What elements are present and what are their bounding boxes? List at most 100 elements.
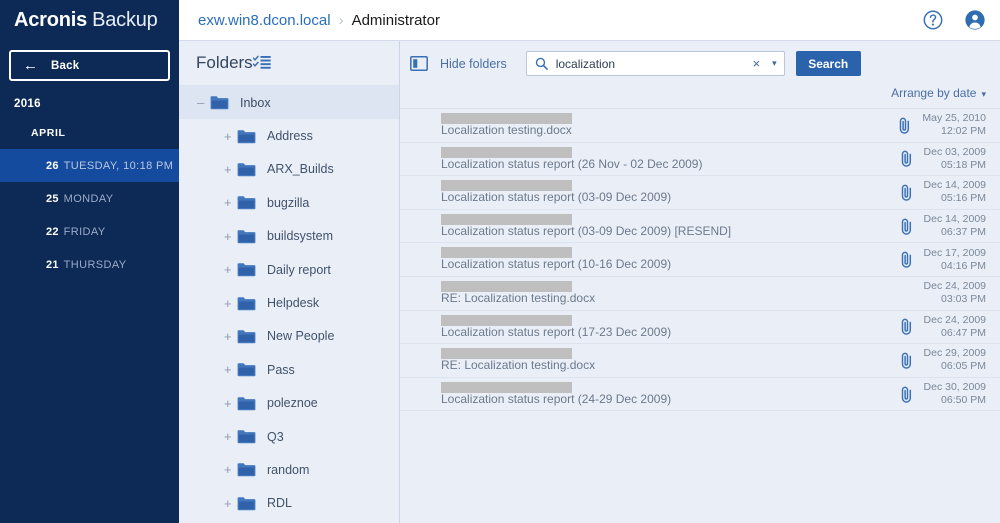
sidebar-day-item[interactable]: 26 TUESDAY, 10:18 PM xyxy=(0,149,179,182)
search-field-wrapper[interactable]: × ▾ xyxy=(525,51,785,76)
app-logo: Acronis Backup xyxy=(0,0,179,41)
mail-list[interactable]: Localization testing.docx May 25, 2010 12:… xyxy=(400,108,1000,523)
folder-tree-item[interactable]: + bugzilla xyxy=(179,186,399,219)
folder-tree-item[interactable]: + Daily report xyxy=(179,253,399,286)
mail-item-content: Localization status report (26 Nov - 02 … xyxy=(441,143,899,176)
folder-name: Pass xyxy=(267,362,295,377)
mail-time: 03:03 PM xyxy=(941,293,986,306)
mail-item-meta: Dec 17, 2009 04:16 PM xyxy=(899,247,986,273)
sidebar-day-number: 25 xyxy=(46,192,59,205)
paperclip-icon xyxy=(899,218,924,235)
mail-subject: Localization status report (26 Nov - 02 … xyxy=(441,156,703,171)
expand-icon[interactable]: + xyxy=(224,297,237,310)
folder-name: Q3 xyxy=(267,429,284,444)
folder-name: Address xyxy=(267,129,313,144)
mail-date: Dec 17, 2009 xyxy=(923,246,986,259)
folder-icon xyxy=(237,329,267,344)
mail-item-meta: Dec 30, 2009 06:50 PM xyxy=(899,381,986,407)
sidebar-day-item[interactable]: 21 THURSDAY xyxy=(0,248,179,281)
split-panel-icon[interactable] xyxy=(410,56,428,71)
mail-item-content: RE: Localization testing.docx xyxy=(441,344,899,377)
mail-time: 12:02 PM xyxy=(941,125,986,138)
folder-icon xyxy=(237,262,267,277)
mail-item-meta: Dec 24, 2009 06:47 PM xyxy=(899,314,986,340)
folder-tree-item[interactable]: – Inbox xyxy=(179,86,399,120)
user-avatar-icon[interactable] xyxy=(964,9,986,31)
expand-icon[interactable]: + xyxy=(224,130,237,143)
breadcrumb-separator: › xyxy=(338,11,344,29)
folder-icon xyxy=(237,396,267,411)
folder-tree-item[interactable]: + Q3 xyxy=(179,420,399,453)
mail-date: Dec 24, 2009 xyxy=(923,313,986,326)
mail-item-content: Localization status report (17-23 Dec 20… xyxy=(441,311,899,344)
folder-icon xyxy=(210,95,240,110)
folder-name: Inbox xyxy=(240,95,271,110)
mail-timestamp: Dec 30, 2009 06:50 PM xyxy=(924,381,986,407)
search-button[interactable]: Search xyxy=(795,51,861,76)
paperclip-icon xyxy=(899,150,924,168)
folder-tree-item[interactable]: + poleznoe xyxy=(179,387,399,420)
mail-subject: Localization status report (03-09 Dec 20… xyxy=(441,223,732,238)
sidebar-day-text: TUESDAY, 10:18 PM xyxy=(63,159,174,172)
expand-icon[interactable]: + xyxy=(224,497,237,510)
folder-tree: – Inbox + Address + ARX_Builds + bugzilla + build… xyxy=(179,86,399,523)
folder-tree-item[interactable]: + buildsystem xyxy=(179,220,399,253)
mail-timestamp: Dec 24, 2009 03:03 PM xyxy=(924,280,986,306)
mail-time: 06:37 PM xyxy=(941,226,986,239)
folder-tree-item[interactable]: + RDL xyxy=(179,487,399,520)
expand-icon[interactable]: + xyxy=(224,196,237,209)
folder-icon xyxy=(237,429,267,444)
mail-list-item[interactable]: RE: Localization testing.docx Dec 29, 200… xyxy=(400,344,1000,378)
expand-icon[interactable]: + xyxy=(224,363,237,376)
mail-list-item[interactable]: RE: Localization testing.docx Dec 24, 200… xyxy=(400,277,1000,311)
paperclip-icon xyxy=(899,352,924,369)
folder-tree-item[interactable]: + Helpdesk xyxy=(179,286,399,319)
mail-list-item[interactable]: Localization status report (03-09 Dec 20… xyxy=(400,210,1000,244)
clear-search-icon[interactable]: × xyxy=(750,57,764,70)
expand-icon[interactable]: + xyxy=(224,263,237,276)
expand-icon[interactable]: + xyxy=(224,430,237,443)
sidebar-day-text: MONDAY xyxy=(63,192,114,205)
mail-item-meta: Dec 29, 2009 06:05 PM xyxy=(899,347,986,373)
folder-tree-item[interactable]: + random xyxy=(179,453,399,486)
folder-tree-item[interactable]: + Address xyxy=(179,119,399,152)
folder-name: Daily report xyxy=(267,262,331,277)
mail-list-item[interactable]: Localization testing.docx May 25, 2010 12:… xyxy=(400,109,1000,143)
mail-list-item[interactable]: Localization status report (17-23 Dec 20… xyxy=(400,311,1000,345)
breadcrumb-machine-link[interactable]: exw.win8.dcon.local xyxy=(198,12,331,29)
search-input[interactable] xyxy=(555,56,750,71)
folder-tree-item[interactable]: + New People xyxy=(179,320,399,353)
mail-list-item[interactable]: Localization status report (24-29 Dec 20… xyxy=(400,378,1000,412)
sidebar-day-item[interactable]: 25 MONDAY xyxy=(0,182,179,215)
checklist-icon[interactable] xyxy=(252,55,271,71)
help-icon[interactable] xyxy=(922,9,944,31)
expand-icon[interactable]: + xyxy=(224,230,237,243)
folder-tree-item[interactable]: + Pass xyxy=(179,353,399,386)
expand-icon[interactable]: + xyxy=(224,163,237,176)
mail-date: Dec 30, 2009 xyxy=(923,381,986,394)
mail-time: 06:50 PM xyxy=(941,394,986,407)
expand-icon[interactable]: + xyxy=(224,330,237,343)
mail-list-item[interactable]: Localization status report (10-16 Dec 20… xyxy=(400,243,1000,277)
arrange-by-date-dropdown[interactable]: Arrange by date ▾ xyxy=(891,86,986,108)
mail-time: 06:05 PM xyxy=(941,360,986,373)
expand-icon[interactable]: + xyxy=(224,463,237,476)
mail-subject: Localization status report (10-16 Dec 20… xyxy=(441,257,672,272)
folders-panel: Folders – Inbox + Address + ARX_Builds + bugzil… xyxy=(179,41,400,523)
mail-timestamp: Dec 24, 2009 06:47 PM xyxy=(924,314,986,340)
paperclip-icon xyxy=(899,184,924,201)
mail-list-item[interactable]: Localization status report (26 Nov - 02 … xyxy=(400,143,1000,177)
back-button[interactable]: ← Back xyxy=(9,50,170,81)
folder-tree-item[interactable]: + ARX_Builds xyxy=(179,153,399,186)
expand-icon[interactable]: + xyxy=(224,397,237,410)
mail-item-meta: Dec 14, 2009 05:16 PM xyxy=(899,179,986,205)
folders-panel-header: Folders xyxy=(179,41,399,86)
sidebar-month-label: APRIL xyxy=(31,127,66,139)
sidebar-day-item[interactable]: 22 FRIDAY xyxy=(0,215,179,248)
sidebar-year-label: 2016 xyxy=(14,98,41,110)
chevron-down-icon[interactable]: ▾ xyxy=(772,59,777,68)
folder-name: ARX_Builds xyxy=(267,162,334,177)
mail-list-item[interactable]: Localization status report (03-09 Dec 20… xyxy=(400,176,1000,210)
collapse-icon[interactable]: – xyxy=(197,96,210,109)
hide-folders-button[interactable]: Hide folders xyxy=(440,57,507,71)
